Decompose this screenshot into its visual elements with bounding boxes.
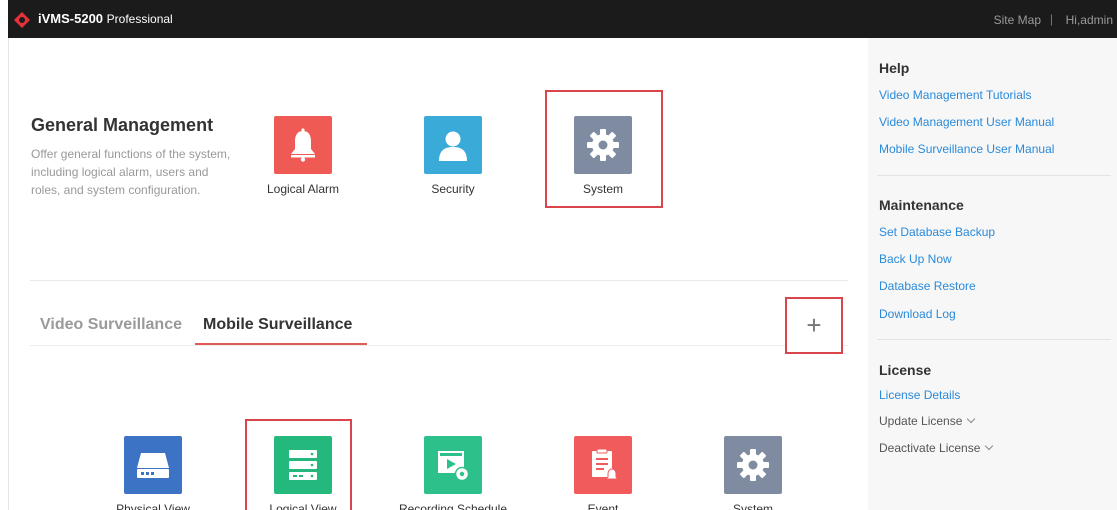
help-heading: Help (879, 60, 910, 76)
general-management-description: Offer general functions of the system, i… (31, 147, 231, 197)
recording-schedule-app[interactable]: Recording Schedule (393, 436, 513, 510)
mobile-system-label: System (732, 502, 773, 510)
download-log-link[interactable]: Download Log (879, 307, 956, 321)
set-database-backup-link[interactable]: Set Database Backup (879, 225, 995, 239)
logical-alarm-app[interactable]: Logical Alarm (243, 116, 363, 196)
logical-view-highlight-box (245, 419, 352, 510)
deactivate-license-dropdown[interactable]: Deactivate License (879, 441, 994, 455)
header-separator: | (1049, 12, 1053, 26)
database-restore-link[interactable]: Database Restore (879, 279, 976, 293)
video-management-user-manual-link[interactable]: Video Management User Manual (879, 115, 1054, 129)
physical-view-tile[interactable] (124, 436, 182, 494)
physical-view-app[interactable]: Physical View (93, 436, 213, 510)
tab-video-surveillance[interactable]: Video Surveillance (40, 316, 182, 334)
mobile-system-app[interactable]: System (693, 436, 813, 510)
maintenance-heading: Maintenance (879, 197, 964, 213)
license-details-link[interactable]: License Details (879, 388, 960, 402)
sidebar-separator (877, 339, 1111, 340)
back-up-now-link[interactable]: Back Up Now (879, 252, 952, 266)
tab-bar-line (30, 345, 848, 346)
update-license-dropdown[interactable]: Update License (879, 414, 976, 428)
event-tile[interactable] (574, 436, 632, 494)
event-label: Event (587, 502, 619, 510)
tab-mobile-surveillance[interactable]: Mobile Surveillance (203, 316, 352, 334)
physical-view-label: Physical View (116, 502, 190, 510)
top-bar: iVMS-5200 Professional Site Map | Hi,adm… (8, 0, 1117, 38)
video-schedule-icon (438, 451, 470, 482)
recording-schedule-label: Recording Schedule (398, 502, 508, 510)
add-module-button[interactable]: + (785, 297, 843, 354)
chevron-down-icon (985, 441, 994, 451)
security-label: Security (431, 182, 475, 196)
recording-schedule-tile[interactable] (424, 436, 482, 494)
license-heading: License (879, 362, 932, 378)
sidebar-separator (877, 175, 1111, 176)
mobile-surveillance-user-manual-link[interactable]: Mobile Surveillance User Manual (879, 142, 1054, 156)
user-icon (439, 131, 467, 161)
logo-icon (14, 12, 30, 28)
logical-alarm-tile[interactable] (274, 116, 332, 174)
site-map-link[interactable]: Site Map (994, 13, 1041, 27)
logical-alarm-label: Logical Alarm (266, 182, 340, 196)
update-license-label: Update License (879, 414, 963, 428)
event-clipboard-icon (592, 448, 619, 480)
security-tile[interactable] (424, 116, 482, 174)
active-tab-indicator (195, 343, 367, 345)
general-management-title: General Management (31, 115, 214, 135)
chevron-down-icon (967, 414, 976, 424)
gear-icon (737, 449, 769, 481)
system-highlight-box (545, 90, 663, 208)
user-greeting[interactable]: Hi,admin (1066, 13, 1113, 27)
right-sidebar (868, 38, 1117, 510)
video-management-tutorials-link[interactable]: Video Management Tutorials (879, 88, 1032, 102)
bell-icon (291, 128, 315, 162)
mobile-system-tile[interactable] (724, 436, 782, 494)
left-border (8, 38, 9, 510)
deactivate-license-label: Deactivate License (879, 441, 981, 455)
section-divider (30, 280, 848, 281)
security-app[interactable]: Security (393, 116, 513, 196)
app-title: iVMS-5200 Professional (38, 11, 173, 26)
event-app[interactable]: Event (543, 436, 663, 510)
storage-device-icon (137, 453, 169, 478)
